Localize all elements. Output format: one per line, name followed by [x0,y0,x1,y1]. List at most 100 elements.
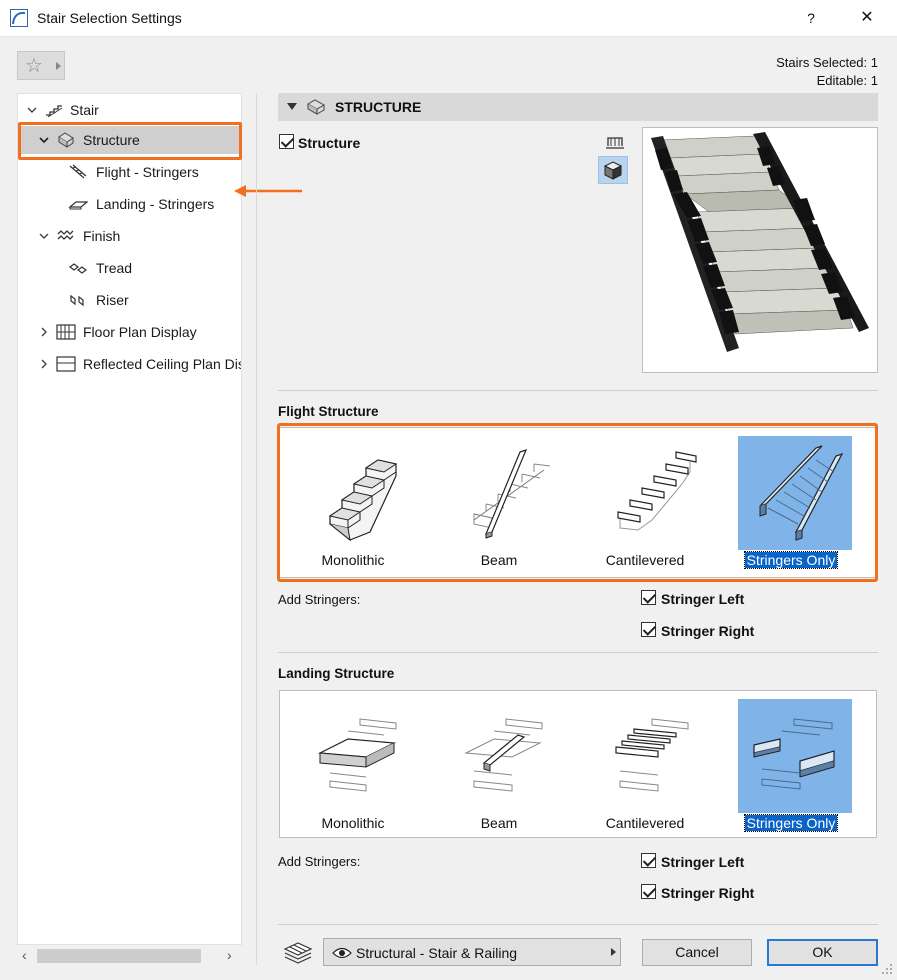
tree-item-label: Riser [96,292,129,308]
stairs-selected-text: Stairs Selected: 1 [776,55,878,70]
flight-structure-title: Flight Structure [278,404,379,419]
layer-dropdown[interactable]: Structural - Stair & Railing [323,938,621,966]
separator [278,924,878,925]
tree-item-landing-stringers[interactable]: Landing - Stringers [18,190,241,218]
stair-preview-illustration [651,132,869,352]
section-title: STRUCTURE [335,99,422,115]
tree-item-label: Stair [70,102,99,118]
cancel-button[interactable]: Cancel [642,939,752,966]
chevron-right-icon[interactable] [39,359,49,369]
ok-button[interactable]: OK [767,939,878,966]
tree-item-label: Floor Plan Display [83,324,197,340]
beam-flight-icon [473,449,551,539]
flight-option-stringers-only[interactable]: Stringers Only [718,428,864,569]
layers-icon [283,942,313,964]
close-button[interactable]: ✕ [852,4,882,32]
landing-structure-title: Landing Structure [278,666,395,681]
tree-item-stair[interactable]: Stair [18,96,241,124]
tree-item-finish[interactable]: Finish [18,222,241,250]
flight-option-beam[interactable]: Beam [426,428,572,568]
monolithic-flight-icon [328,459,398,542]
option-selected-background [738,699,852,813]
option-label: Monolithic [321,815,385,831]
option-label-selected: Stringers Only [718,551,864,569]
tree-item-floor-plan-display[interactable]: Floor Plan Display [18,318,241,346]
landing-stringer-left-label: Stringer Left [661,854,745,870]
chevron-right-icon[interactable] [39,327,49,337]
separator [278,652,878,653]
dropdown-arrow-icon [56,62,61,70]
landing-stringer-right-checkbox[interactable] [641,884,656,899]
option-label: Beam [480,815,518,831]
monolithic-landing-icon [317,718,397,792]
scroll-right-icon[interactable]: › [227,947,232,963]
archicad-logo-icon [10,9,28,27]
tree-item-ceiling-plan-display[interactable]: Reflected Ceiling Plan Display [18,350,241,378]
option-label: Cantilevered [605,552,685,568]
add-stringers-label: Add Stringers: [278,592,361,607]
tree-item-tread[interactable]: Tread [18,254,241,282]
flight-option-monolithic[interactable]: Monolithic [280,428,426,568]
landing-option-beam[interactable]: Beam [426,691,572,831]
landing-option-stringers-only[interactable]: Stringers Only [718,691,864,832]
stair-icon [46,105,63,118]
option-label: Stringers Only [743,551,839,569]
tree-item-flight-stringers[interactable]: Flight - Stringers [18,158,241,186]
separator [278,390,878,391]
tree-item-riser[interactable]: Riser [18,286,241,314]
editable-text: Editable: 1 [816,73,878,85]
stair-3d-preview [642,127,878,373]
landing-stringer-left-checkbox[interactable] [641,853,656,868]
arrow-annotation-icon [234,185,302,197]
option-selected-background [738,436,852,550]
ceiling-plan-icon [56,356,76,372]
stringer-right-checkbox[interactable] [641,622,656,637]
chevron-down-icon[interactable] [27,105,37,115]
flight-structure-options[interactable]: Monolithic Beam Cantilevered Stringers O… [279,427,877,578]
landing-structure-options[interactable]: Monolithic Beam Cantilevered Stringers O… [279,690,877,838]
scroll-left-icon[interactable]: ‹ [22,947,27,963]
stringer-left-label: Stringer Left [661,591,745,607]
structure-checkbox[interactable] [279,134,294,149]
tree-item-label: Landing - Stringers [96,196,215,212]
scrollbar-thumb[interactable] [37,949,201,963]
chevron-down-icon[interactable] [39,231,49,241]
structure-checkbox-label: Structure [298,135,361,151]
landing-option-cantilevered[interactable]: Cantilevered [572,691,718,831]
resize-grip-icon[interactable] [880,962,894,976]
plan-view-icon[interactable] [600,128,630,156]
help-button[interactable]: ? [798,4,824,32]
collapse-triangle-icon[interactable] [287,103,297,110]
landing-stringer-right-label: Stringer Right [661,885,755,901]
stringer-right-label: Stringer Right [661,623,755,639]
option-label-selected: Stringers Only [718,814,864,832]
landing-stringers-icon [68,201,88,210]
tree-item-label: Structure [83,132,140,148]
window-title: Stair Selection Settings [37,10,182,26]
structure-section-header[interactable]: STRUCTURE [278,93,878,121]
flight-option-cantilevered[interactable]: Cantilevered [572,428,718,568]
stringers-only-flight-icon [759,445,844,541]
favorites-button[interactable]: ☆ [17,51,65,80]
finish-icon [57,230,74,240]
title-bar: Stair Selection Settings ? ✕ [0,0,897,37]
riser-icon [70,294,84,307]
flight-stringers-icon [69,164,87,179]
option-label: Monolithic [321,552,385,568]
landing-option-monolithic[interactable]: Monolithic [280,691,426,831]
tree-item-label: Flight - Stringers [96,164,199,180]
chevron-down-icon[interactable] [39,135,49,145]
settings-tree[interactable]: Stair Structure Flight - Stringers Landi… [17,93,242,945]
stringer-left-checkbox[interactable] [641,590,656,605]
tree-item-structure[interactable]: Structure [18,126,241,154]
add-stringers-label: Add Stringers: [278,854,361,869]
panel-divider [256,93,257,965]
cube-icon [603,161,623,180]
tree-item-label: Reflected Ceiling Plan Display [83,356,241,372]
tree-horizontal-scrollbar[interactable]: ‹ › [17,945,242,967]
option-label: Cantilevered [605,815,685,831]
3d-view-button[interactable] [598,156,628,184]
tree-item-label: Finish [83,228,121,244]
eye-icon [332,947,352,959]
option-label: Stringers Only [743,814,839,832]
